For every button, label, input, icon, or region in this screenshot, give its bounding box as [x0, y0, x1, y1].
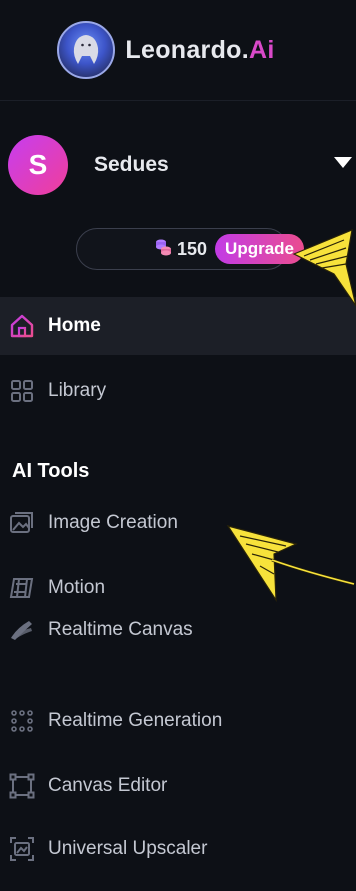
credits-pill[interactable]: 150 Upgrade — [76, 228, 305, 270]
annotation-arrow-upgrade — [292, 229, 356, 307]
user-name: Sedues — [94, 153, 169, 176]
brand-name: Leonardo.Ai — [125, 36, 274, 65]
sidebar-item-realtime-canvas[interactable]: Realtime Canvas — [0, 601, 356, 659]
user-account-row[interactable]: S Sedues — [0, 134, 356, 196]
sidebar-item-realtime-generation[interactable]: Realtime Generation — [0, 692, 356, 750]
sidebar-item-label: Library — [48, 380, 107, 401]
sidebar-item-label: Image Creation — [48, 512, 178, 533]
image-icon — [8, 509, 36, 537]
brand-name-accent: Ai — [248, 35, 275, 64]
upgrade-button[interactable]: Upgrade — [215, 234, 305, 264]
home-icon — [8, 312, 36, 340]
sidebar-item-label: Motion — [48, 577, 106, 598]
canvas-frame-icon — [8, 772, 36, 800]
sidebar-item-universal-upscaler[interactable]: Universal Upscaler — [0, 820, 356, 878]
film-icon — [8, 574, 36, 602]
sidebar-item-image-creation[interactable]: Image Creation — [0, 494, 356, 552]
sidebar-item-label: Canvas Editor — [48, 775, 168, 796]
sidebar-item-home[interactable]: Home — [0, 297, 356, 355]
brush-icon — [8, 616, 36, 644]
upscale-icon — [8, 835, 36, 863]
token-icon — [153, 237, 173, 262]
brand-name-main: Leonardo. — [125, 35, 249, 64]
section-title-ai-tools: AI Tools — [12, 460, 90, 482]
dots-grid-icon — [8, 707, 36, 735]
leonardo-logo-icon — [57, 21, 116, 79]
sidebar-item-library[interactable]: Library — [0, 362, 356, 420]
credits-count: 150 — [177, 238, 208, 259]
chevron-down-icon[interactable] — [332, 154, 354, 175]
brand-header[interactable]: Leonardo.Ai — [0, 0, 356, 101]
sidebar-item-label: Universal Upscaler — [48, 838, 208, 859]
sidebar-item-label: Home — [48, 315, 101, 336]
sidebar-item-label: Realtime Generation — [48, 710, 223, 731]
sidebar-item-canvas-editor[interactable]: Canvas Editor — [0, 757, 356, 815]
avatar: S — [8, 135, 68, 195]
sidebar-item-label: Realtime Canvas — [48, 619, 193, 640]
grid-icon — [8, 377, 36, 405]
